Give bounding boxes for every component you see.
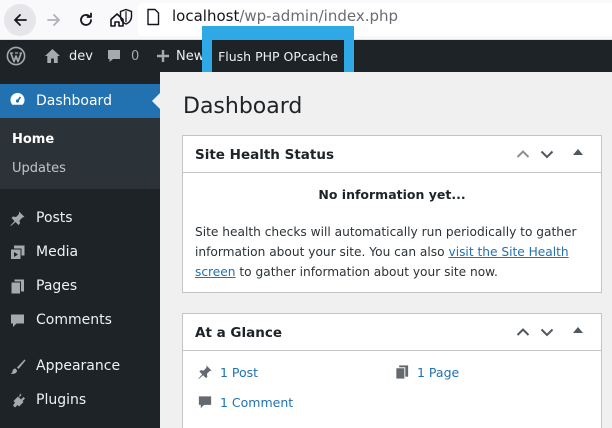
dashboard-gauge-icon: [9, 91, 26, 112]
glance-comments-link[interactable]: 1 Comment: [197, 394, 293, 410]
glance-pages-label: 1 Page: [417, 364, 460, 380]
wordpress-logo-icon: [6, 46, 26, 66]
sidebar-item-label: Dashboard: [36, 93, 112, 109]
comments-menu[interactable]: 0: [106, 40, 139, 72]
reload-icon: [80, 12, 92, 26]
submenu-item-home[interactable]: Home: [12, 132, 54, 147]
health-description: Site health checks will automatically ru…: [195, 222, 595, 282]
chevron-up-icon: [516, 150, 530, 158]
plus-icon: [157, 50, 169, 62]
forward-button[interactable]: [38, 4, 70, 36]
flush-opcache-button[interactable]: Flush PHP OPcache: [212, 40, 344, 72]
admin-sidebar: Dashboard Home Updates Posts Media Pages…: [0, 72, 160, 428]
home-icon: [45, 49, 60, 63]
arrow-right-icon: [47, 14, 60, 26]
url-path: /wp-admin/index.php: [239, 7, 399, 25]
sidebar-item-label: Pages: [36, 278, 78, 294]
dashboard-submenu: Home Updates: [0, 118, 160, 189]
pin-icon: [9, 210, 26, 227]
reload-button[interactable]: [70, 4, 102, 36]
pages-icon: [9, 278, 26, 295]
health-desc-text-end: to gather information about your site no…: [235, 265, 498, 279]
sidebar-item-dashboard[interactable]: Dashboard: [0, 84, 160, 118]
widget-title: At a Glance: [195, 325, 282, 341]
page-title: Dashboard: [183, 94, 303, 119]
media-icon: [9, 244, 26, 261]
wp-logo-menu[interactable]: [6, 40, 26, 72]
sidebar-item-plugins[interactable]: Plugins: [0, 383, 160, 417]
toggle-panel-button[interactable]: [573, 149, 583, 155]
sidebar-item-comments[interactable]: Comments: [0, 303, 160, 337]
url-host: localhost: [172, 7, 240, 25]
sidebar-item-media[interactable]: Media: [0, 235, 160, 269]
widget-title: Site Health Status: [195, 147, 335, 163]
move-down-button[interactable]: [539, 146, 555, 166]
sidebar-item-appearance[interactable]: Appearance: [0, 349, 160, 383]
site-name: dev: [69, 48, 93, 64]
chevron-down-icon: [540, 328, 554, 337]
site-health-widget: Site Health Status No information yet...…: [182, 135, 602, 293]
pin-icon: [197, 364, 213, 380]
chevron-down-icon: [540, 150, 554, 159]
toggle-panel-button[interactable]: [573, 327, 583, 333]
move-down-button[interactable]: [539, 324, 555, 344]
move-up-button[interactable]: [515, 324, 531, 344]
comment-icon: [9, 312, 26, 329]
glance-posts-link[interactable]: 1 Post: [197, 364, 258, 380]
comments-count: 0: [131, 48, 140, 64]
sidebar-item-label: Comments: [36, 312, 112, 328]
comment-icon: [108, 50, 120, 62]
glance-pages-link[interactable]: 1 Page: [394, 364, 459, 380]
new-content-menu[interactable]: New: [156, 40, 204, 72]
sidebar-item-label: Posts: [36, 210, 73, 226]
comment-icon: [197, 394, 213, 410]
plug-icon: [9, 392, 26, 409]
at-a-glance-widget: At a Glance 1 Post 1 Page 1 Comment: [182, 313, 602, 428]
glance-posts-label: 1 Post: [220, 364, 259, 380]
shield-icon[interactable]: [118, 8, 134, 30]
sidebar-item-posts[interactable]: Posts: [0, 201, 160, 235]
brush-icon: [9, 358, 26, 375]
health-status-text: No information yet...: [318, 187, 466, 202]
sidebar-item-label: Appearance: [36, 358, 121, 374]
widget-header: At a Glance: [183, 314, 601, 351]
sidebar-item-pages[interactable]: Pages: [0, 269, 160, 303]
sidebar-item-label: Plugins: [36, 392, 87, 408]
move-up-button[interactable]: [515, 146, 531, 166]
glance-comments-label: 1 Comment: [220, 394, 294, 410]
new-label: New: [176, 48, 205, 64]
sidebar-item-label: Media: [36, 244, 79, 260]
page-icon[interactable]: [146, 8, 160, 30]
back-button[interactable]: [4, 4, 36, 36]
site-name-menu[interactable]: dev: [44, 40, 93, 72]
widget-header: Site Health Status: [183, 136, 601, 173]
chevron-up-icon: [516, 328, 530, 336]
current-menu-arrow: [152, 93, 160, 109]
submenu-item-updates[interactable]: Updates: [12, 161, 66, 176]
pages-icon: [394, 364, 410, 380]
arrow-left-icon: [14, 14, 27, 26]
url-text[interactable]: localhost/wp-admin/index.php: [172, 7, 398, 25]
